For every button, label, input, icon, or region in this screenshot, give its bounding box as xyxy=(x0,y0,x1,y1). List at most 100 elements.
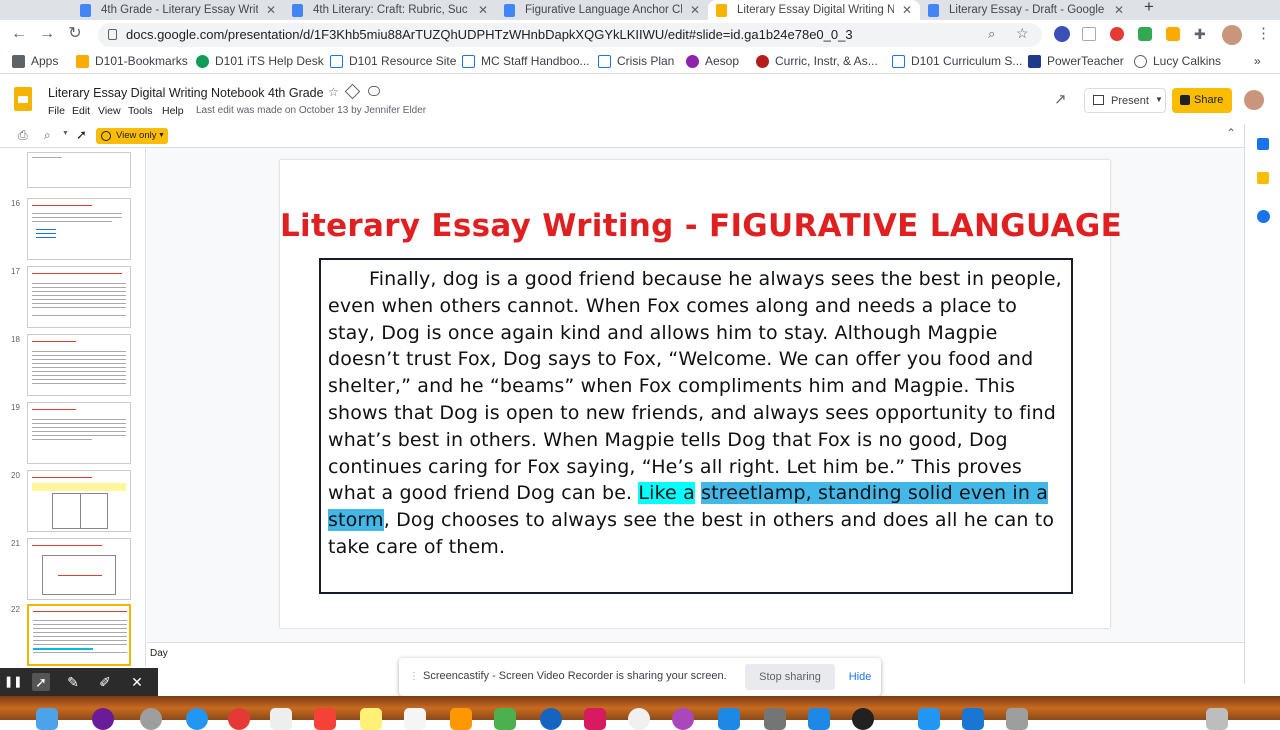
zoom-icon[interactable]: ⌕ xyxy=(988,26,995,42)
reload-icon[interactable]: ↻ xyxy=(66,25,84,43)
calendar-icon[interactable] xyxy=(314,708,336,730)
slide-thumbnail[interactable] xyxy=(27,152,131,188)
extension-icon[interactable] xyxy=(1110,27,1124,41)
highlighter-icon[interactable]: ✐ xyxy=(96,673,114,691)
slide-thumbnail[interactable] xyxy=(27,266,131,328)
account-avatar[interactable] xyxy=(1244,90,1264,110)
bookmark[interactable]: D101 Resource Site xyxy=(330,54,456,68)
back-icon[interactable]: ← xyxy=(10,25,28,43)
menu-dots-icon[interactable]: ⋮ xyxy=(1256,24,1271,42)
app-icon[interactable] xyxy=(808,708,830,730)
app-icon[interactable] xyxy=(450,708,472,730)
chevron-down-icon[interactable]: ▼ xyxy=(62,130,69,137)
bookmark[interactable]: Curric, Instr, & As... xyxy=(756,54,878,68)
app-icon[interactable] xyxy=(852,708,874,730)
chrome-icon[interactable] xyxy=(540,708,562,730)
browser-tab-active[interactable]: Literary Essay Digital Writing N ✕ xyxy=(708,0,920,20)
app-icon[interactable] xyxy=(628,708,650,730)
share-button[interactable]: Share xyxy=(1172,88,1232,113)
tasks-icon[interactable] xyxy=(1257,210,1270,223)
trash-icon[interactable] xyxy=(1206,708,1228,730)
bookmark[interactable]: Crisis Plan xyxy=(598,54,674,68)
app-icon[interactable] xyxy=(140,708,162,730)
menu-help[interactable]: Help xyxy=(162,105,184,117)
menu-tools[interactable]: Tools xyxy=(128,105,153,117)
hide-button[interactable]: Hide xyxy=(845,664,875,690)
reminders-icon[interactable] xyxy=(404,708,426,730)
essay-paragraph[interactable]: Finally, dog is a good friend because he… xyxy=(328,266,1063,561)
extension-icon[interactable] xyxy=(1054,26,1070,42)
bookmark[interactable]: D101 Curriculum S... xyxy=(892,54,1022,68)
folder-icon[interactable] xyxy=(1006,708,1028,730)
bookmark[interactable]: Aesop xyxy=(686,54,739,68)
finder-icon[interactable] xyxy=(36,708,58,730)
close-tab-icon[interactable]: ✕ xyxy=(1114,3,1124,17)
collapse-icon[interactable]: ⌃ xyxy=(1226,126,1236,140)
close-icon[interactable]: ✕ xyxy=(128,673,146,691)
slide-thumbnail[interactable] xyxy=(27,538,131,600)
puzzle-icon[interactable]: ✚ xyxy=(1194,26,1206,43)
app-icon[interactable] xyxy=(228,708,250,730)
view-only-button[interactable]: View only ▼ xyxy=(96,128,168,144)
doc-title[interactable]: Literary Essay Digital Writing Notebook … xyxy=(48,86,324,100)
extension-icon[interactable] xyxy=(1082,27,1096,41)
pen-icon[interactable]: ✎ xyxy=(64,673,82,691)
close-tab-icon[interactable]: ✕ xyxy=(690,3,700,17)
present-button[interactable]: Present ▼ xyxy=(1084,88,1166,113)
browser-tab[interactable]: 4th Literary: Craft: Rubric, Suc ✕ xyxy=(284,0,496,20)
menu-file[interactable]: File xyxy=(48,105,65,117)
slide-thumbnail[interactable] xyxy=(27,470,131,532)
messages-icon[interactable] xyxy=(494,708,516,730)
app-icon[interactable] xyxy=(962,708,984,730)
profile-avatar[interactable] xyxy=(1222,25,1242,45)
zoom-icon[interactable]: ⌕ xyxy=(44,128,51,143)
browser-tab[interactable]: Literary Essay - Draft - Google ✕ xyxy=(920,0,1132,20)
app-icon[interactable] xyxy=(918,708,940,730)
chevron-down-icon[interactable]: ▼ xyxy=(1155,95,1163,104)
podcasts-icon[interactable] xyxy=(672,708,694,730)
close-tab-icon[interactable]: ✕ xyxy=(902,3,912,17)
stop-sharing-button[interactable]: Stop sharing xyxy=(745,664,835,690)
forward-icon[interactable]: → xyxy=(38,25,56,43)
bookmark[interactable]: D101 iTS Help Desk xyxy=(196,54,324,68)
bookmark[interactable]: MC Staff Handboo... xyxy=(462,54,590,68)
print-icon[interactable]: ⎙ xyxy=(18,128,28,143)
slides-logo-icon[interactable] xyxy=(14,87,32,111)
slide-thumbnail[interactable] xyxy=(27,402,131,464)
star-icon[interactable]: ☆ xyxy=(328,85,339,99)
extension-icon[interactable] xyxy=(1166,27,1180,41)
browser-tab[interactable]: 4th Grade - Literary Essay Writ ✕ xyxy=(72,0,284,20)
slide-thumbnail[interactable] xyxy=(27,198,131,260)
bookmark[interactable]: PowerTeacher xyxy=(1028,54,1124,68)
last-edit-link[interactable]: Last edit was made on October 13 by Jenn… xyxy=(196,105,426,116)
app-store-icon[interactable] xyxy=(718,708,740,730)
slide-thumbnail[interactable] xyxy=(27,334,131,396)
activity-trend-icon[interactable]: ↗ xyxy=(1054,90,1067,108)
close-tab-icon[interactable]: ✕ xyxy=(266,3,276,17)
pause-icon[interactable]: ❚❚ xyxy=(4,673,22,691)
menu-edit[interactable]: Edit xyxy=(72,105,90,117)
bookmark-folder[interactable]: D101-Bookmarks xyxy=(76,54,188,68)
music-icon[interactable] xyxy=(584,708,606,730)
new-tab-button[interactable]: + xyxy=(1144,0,1154,17)
bookmarks-overflow[interactable]: » xyxy=(1254,54,1261,68)
bookmark-apps[interactable]: Apps xyxy=(12,54,58,68)
close-tab-icon[interactable]: ✕ xyxy=(478,3,488,17)
slide-thumbnail-selected[interactable] xyxy=(27,604,131,666)
browser-tab[interactable]: Figurative Language Anchor Ch ✕ xyxy=(496,0,708,20)
cursor-icon[interactable]: ➚ xyxy=(32,673,50,691)
select-cursor-icon[interactable]: ➚ xyxy=(76,127,87,143)
app-icon[interactable] xyxy=(92,708,114,730)
contacts-icon[interactable] xyxy=(270,708,292,730)
safari-icon[interactable] xyxy=(186,708,208,730)
drag-handle-icon[interactable]: ⋮ xyxy=(409,671,419,682)
extension-icon[interactable] xyxy=(1138,27,1152,41)
settings-icon[interactable] xyxy=(764,708,786,730)
bookmark[interactable]: Lucy Calkins xyxy=(1134,54,1221,68)
calendar-icon[interactable] xyxy=(1257,138,1269,150)
notes-icon[interactable] xyxy=(360,708,382,730)
address-bar[interactable]: docs.google.com/presentation/d/1F3Khb5mi… xyxy=(98,23,1042,47)
menu-view[interactable]: View xyxy=(98,105,121,117)
keep-icon[interactable] xyxy=(1257,172,1269,184)
star-icon[interactable]: ☆ xyxy=(1016,25,1029,42)
